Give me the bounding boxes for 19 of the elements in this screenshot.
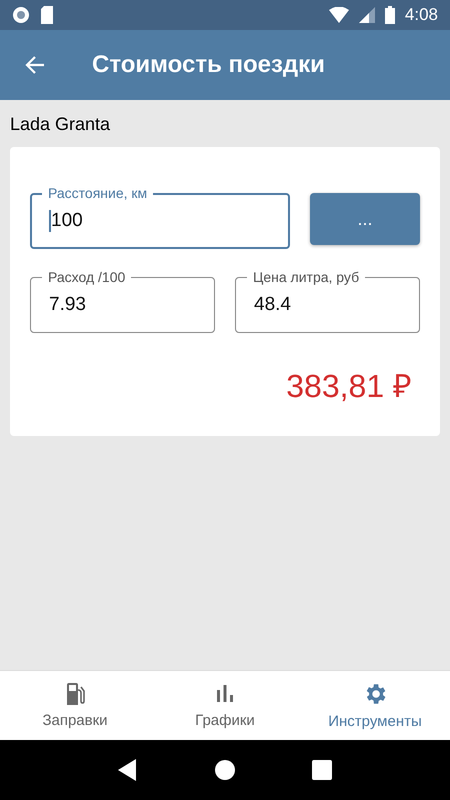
wifi-icon — [328, 7, 349, 23]
arrow-left-icon — [24, 54, 46, 76]
nav-tab[interactable]: Инструменты — [300, 671, 450, 740]
trip-cost: 383,81 ₽ — [286, 367, 412, 406]
more-button[interactable]: ... — [310, 193, 420, 245]
battery-icon — [384, 6, 395, 24]
nav-tab[interactable]: Графики — [150, 671, 300, 740]
field-label: Расстояние, км — [42, 185, 154, 201]
back-icon[interactable] — [118, 759, 138, 781]
home-icon[interactable] — [214, 759, 236, 781]
field-label: Цена литра, руб — [247, 269, 366, 285]
record-icon — [12, 6, 30, 24]
car-name: Lada Granta — [10, 114, 112, 135]
screen-title: Стоимость поездки — [92, 51, 325, 79]
field-label: Расход /100 — [42, 269, 132, 285]
sd-card-icon — [40, 6, 54, 24]
signal-icon — [358, 7, 375, 23]
nav-tab[interactable]: Заправки — [0, 671, 150, 740]
clock: 4:08 — [404, 5, 438, 25]
